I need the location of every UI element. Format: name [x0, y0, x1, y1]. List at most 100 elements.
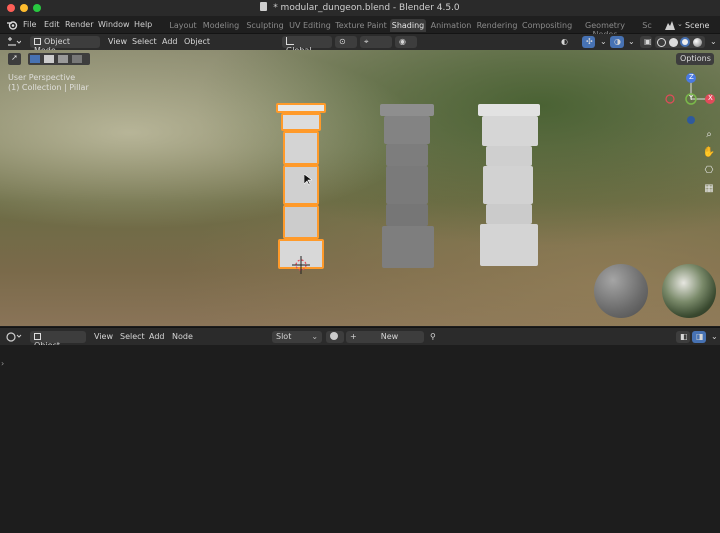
pillar-block — [281, 113, 321, 131]
tab-rendering[interactable]: Rendering — [476, 19, 518, 32]
window-title: * modular_dungeon.blend - Blender 4.5.0 — [273, 3, 460, 13]
rendered-shading-icon[interactable] — [692, 38, 702, 47]
node-editor-type-icon[interactable] — [6, 332, 24, 342]
tab-scripting[interactable]: Sc — [640, 19, 654, 32]
tab-texture-paint[interactable]: Texture Paint — [335, 19, 387, 32]
select-extend-icon[interactable] — [44, 55, 54, 63]
grid-icon[interactable]: ▦ — [702, 182, 716, 196]
new-material-button[interactable]: + New — [346, 331, 424, 343]
solid-shading-icon[interactable] — [668, 38, 678, 47]
pillar-block — [386, 144, 428, 166]
options-button[interactable]: Options — [676, 53, 714, 65]
transform-orientation-dropdown[interactable]: Global⌄ — [282, 36, 332, 55]
vp-menu-add[interactable]: Add — [158, 36, 182, 48]
title-bar: * modular_dungeon.blend - Blender 4.5.0 — [0, 0, 720, 16]
3d-cursor-icon[interactable] — [292, 256, 310, 274]
pillar-block — [482, 116, 538, 146]
editor-type-icon[interactable] — [7, 37, 22, 47]
ne-menu-select[interactable]: Select — [116, 331, 149, 343]
pillar-middle[interactable] — [380, 104, 436, 270]
tab-layout[interactable]: Layout — [168, 19, 198, 32]
tab-animation[interactable]: Animation — [430, 19, 472, 32]
ne-menu-add[interactable]: Add — [145, 331, 169, 343]
viewport-header: Object Mode⌄ View Select Add Object Glob… — [0, 34, 720, 55]
select-tool-icon[interactable]: ➚ — [8, 53, 21, 65]
region-expand-arrow-icon[interactable]: › — [1, 359, 4, 368]
object-mode-dropdown[interactable]: Object Mode⌄ — [30, 36, 100, 55]
tab-modeling[interactable]: Modeling — [201, 19, 241, 32]
overlay-toggle[interactable]: ◧ — [676, 331, 690, 343]
scene-selector[interactable]: ⌄ Scene — [660, 17, 720, 33]
hdri-preview-sphere — [662, 264, 716, 318]
xray-icon: ▣ — [644, 37, 652, 46]
select-mode-group — [28, 53, 90, 65]
pin-toggle[interactable]: ⚲ — [426, 331, 440, 343]
menu-help[interactable]: Help — [134, 20, 152, 29]
wireframe-shading-icon[interactable] — [657, 38, 666, 47]
ne-options-dropdown[interactable]: ⌄ — [707, 331, 718, 343]
vp-menu-select[interactable]: Select — [128, 36, 161, 48]
select-new-icon[interactable] — [30, 55, 40, 63]
blender-icon[interactable] — [6, 19, 18, 31]
overlays-dropdown[interactable]: ⌄ — [624, 36, 635, 48]
chevron-down-icon: ⌄ — [600, 37, 607, 46]
tab-compositing[interactable]: Compositing — [522, 19, 572, 32]
ne-menu-view[interactable]: View — [90, 331, 117, 343]
axis-x-label: X — [708, 94, 713, 102]
chevron-down-icon: ⌄ — [710, 37, 717, 46]
sidebar-icon: ◨ — [696, 332, 704, 341]
options-label: Options — [680, 54, 711, 63]
pillar-block — [483, 166, 533, 204]
pivot-point-dropdown[interactable]: ⊙ — [335, 36, 357, 48]
pillar-selected[interactable] — [276, 103, 326, 271]
zoom-icon[interactable]: ⌕ — [702, 128, 716, 142]
overlays-toggle[interactable]: ◑ — [610, 36, 624, 48]
new-material-label: New — [380, 332, 399, 341]
eye-icon: ◐ — [561, 37, 568, 46]
gizmo-toggle[interactable]: ✣ — [582, 36, 595, 48]
sidebar-toggle[interactable]: ◨ — [692, 331, 706, 343]
pillar-right[interactable] — [478, 104, 542, 268]
select-invert-icon[interactable] — [72, 55, 82, 63]
node-editor-canvas[interactable]: › — [0, 345, 720, 533]
tab-shading[interactable]: Shading — [390, 19, 426, 32]
pillar-block — [486, 204, 532, 224]
pivot-icon: ⊙ — [339, 37, 346, 46]
tab-uv-editing[interactable]: UV Editing — [289, 19, 331, 32]
material-shading-icon[interactable] — [680, 37, 691, 47]
tab-sculpting[interactable]: Sculpting — [245, 19, 285, 32]
menu-window[interactable]: Window — [98, 20, 130, 29]
proportional-edit-toggle[interactable]: ◉ — [395, 36, 417, 48]
hand-icon[interactable]: ✋ — [702, 146, 716, 160]
snap-icon: ⌖ — [364, 37, 369, 46]
3d-viewport[interactable]: ➚ User Perspective (1) Collection | Pill… — [0, 50, 720, 326]
vp-menu-view[interactable]: View — [104, 36, 131, 48]
menu-render[interactable]: Render — [65, 20, 93, 29]
gizmo-icon: ✣ — [586, 37, 593, 46]
view-perspective-label: User Perspective — [8, 73, 76, 82]
camera-icon[interactable]: ⎔ — [702, 164, 716, 178]
proportional-icon: ◉ — [399, 37, 406, 46]
gizmo-dropdown[interactable]: ⌄ — [596, 36, 607, 48]
material-browse-button[interactable] — [326, 331, 344, 343]
snap-toggle[interactable]: ⌖ — [360, 36, 392, 48]
ne-menu-node[interactable]: Node — [168, 331, 197, 343]
select-subtract-icon[interactable] — [58, 55, 68, 63]
scene-label: Scene — [685, 21, 710, 30]
collection-info-label: (1) Collection | Pillar — [8, 83, 89, 92]
shading-options-dropdown[interactable]: ⌄ — [706, 36, 717, 48]
slot-label: Slot — [276, 332, 292, 341]
menu-edit[interactable]: Edit — [44, 20, 60, 29]
menu-file[interactable]: File — [23, 20, 36, 29]
xray-toggle[interactable]: ▣ — [640, 36, 652, 48]
chevron-down-icon: ⌄ — [628, 37, 635, 46]
shader-type-dropdown[interactable]: Object⌄ — [30, 331, 86, 350]
tab-geometry-nodes[interactable]: Geometry Nodes — [574, 19, 636, 39]
navigation-gizmo[interactable]: Z Y X — [664, 72, 718, 126]
visibility-dropdown[interactable]: ◐ — [557, 36, 581, 48]
pillar-block — [283, 131, 319, 165]
pillar-block — [283, 205, 319, 239]
vp-menu-object[interactable]: Object — [180, 36, 214, 48]
slot-dropdown[interactable]: Slot ⌄ — [272, 331, 322, 343]
overlay-icon: ◧ — [680, 332, 688, 341]
